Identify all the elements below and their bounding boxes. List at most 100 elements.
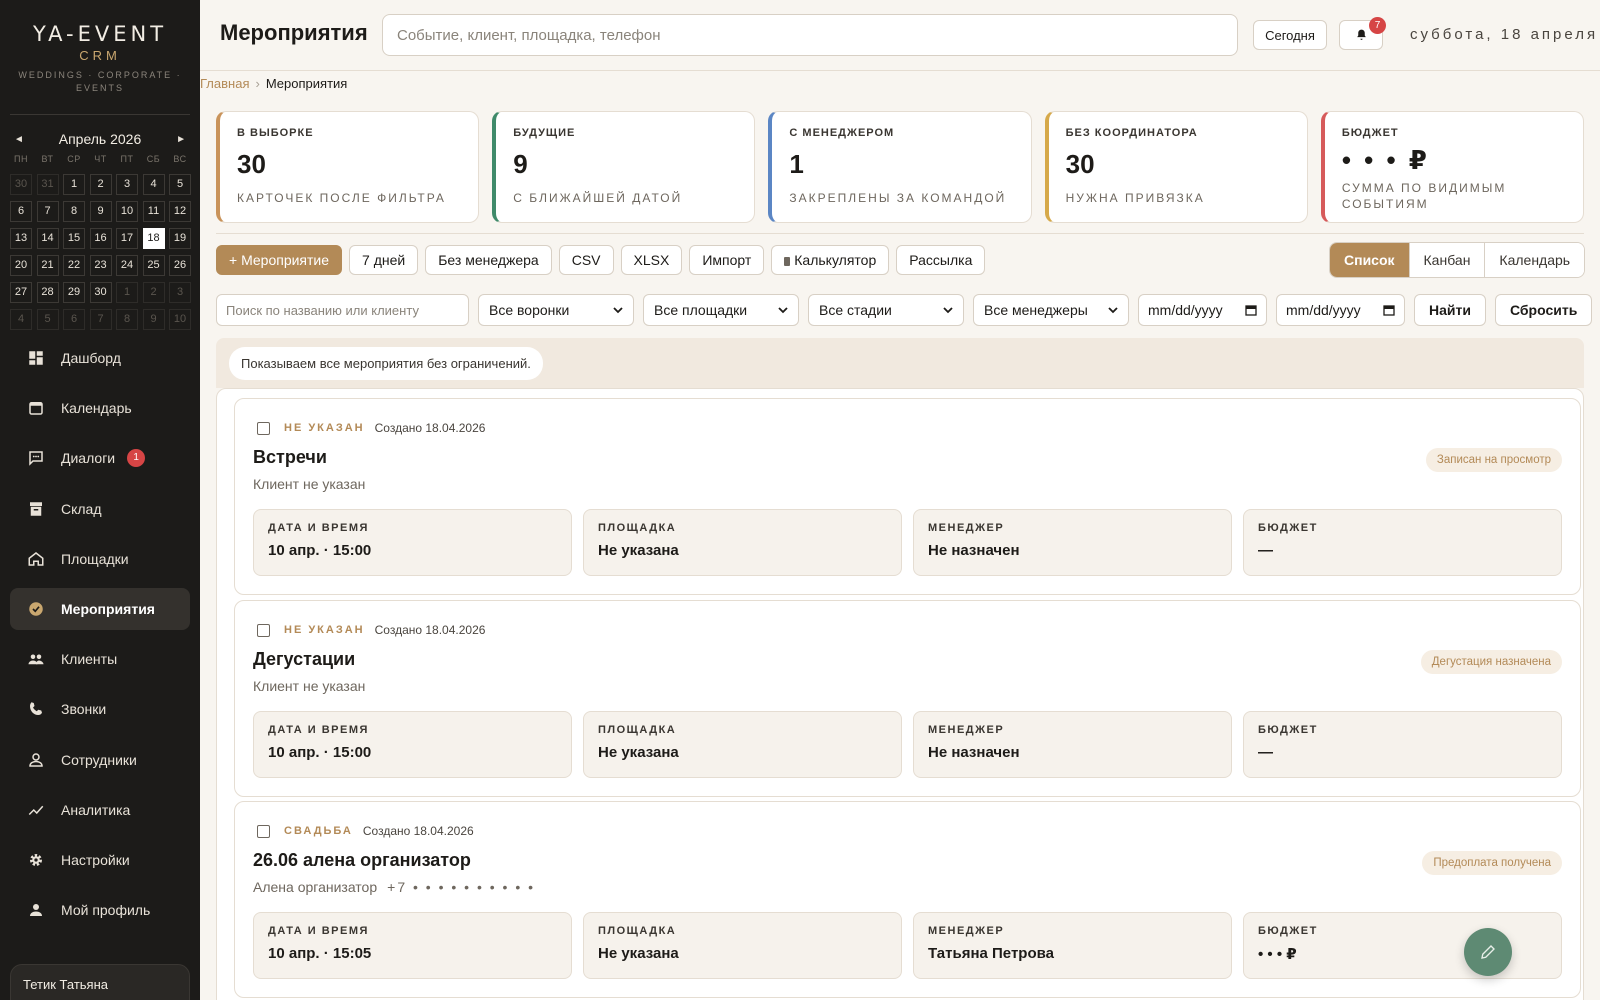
calendar-day[interactable]: 5 <box>169 174 191 195</box>
event-select-checkbox[interactable] <box>257 623 270 637</box>
calendar-day[interactable]: 27 <box>10 282 32 303</box>
sidebar-item-dialogs[interactable]: Диалоги 1 <box>10 437 190 479</box>
calendar-picker-icon <box>1245 305 1257 316</box>
calendar-day[interactable]: 23 <box>89 255 112 276</box>
calendar-day[interactable]: 25 <box>142 255 165 276</box>
sidebar-item-calls[interactable]: Звонки <box>10 688 190 730</box>
calendar-day[interactable]: 4 <box>142 174 165 195</box>
mailing-button[interactable]: Рассылка <box>896 245 986 275</box>
event-search-input[interactable] <box>216 294 469 326</box>
event-title[interactable]: Встречи <box>253 447 327 468</box>
calendar-day[interactable]: 2 <box>89 174 112 195</box>
chevron-down-icon <box>613 306 623 313</box>
event-budget-field: БЮДЖЕТ — <box>1243 509 1562 576</box>
calendar-day[interactable]: 6 <box>10 201 32 222</box>
sidebar-item-staff[interactable]: Сотрудники <box>10 739 190 781</box>
calendar-day[interactable]: 7 <box>89 309 112 330</box>
calendar-day[interactable]: 8 <box>63 201 85 222</box>
calendar-day[interactable]: 9 <box>89 201 112 222</box>
calendar-day[interactable]: 6 <box>63 309 85 330</box>
stat-label: БУДУЩИЕ <box>513 127 576 139</box>
sidebar-item-settings[interactable]: Настройки <box>10 839 190 881</box>
add-event-button[interactable]: + Мероприятие <box>216 245 343 275</box>
calendar-day[interactable]: 8 <box>116 309 138 330</box>
calendar-day[interactable]: 10 <box>169 309 191 330</box>
field-value: Не указана <box>598 945 679 962</box>
calendar-day[interactable]: 16 <box>89 228 112 249</box>
edit-fab-button[interactable] <box>1464 928 1512 976</box>
sidebar-item-clients[interactable]: Клиенты <box>10 638 190 680</box>
calendar-day[interactable]: 29 <box>63 282 85 303</box>
calendar-day[interactable]: 21 <box>36 255 59 276</box>
date-to-input[interactable]: mm/dd/yyyy <box>1276 294 1405 326</box>
brand-logo[interactable]: YA-EVENT CRM WEDDINGS · CORPORATE · EVEN… <box>0 0 200 95</box>
funnel-select[interactable]: Все воронки <box>478 294 634 326</box>
calendar-day[interactable]: 18 <box>142 228 165 249</box>
event-card[interactable]: СВАДЬБА Создано 18.04.2026 26.06 алена орг… <box>234 801 1581 998</box>
breadcrumb-home[interactable]: Главная <box>200 76 249 91</box>
calendar-day[interactable]: 22 <box>63 255 85 276</box>
calendar-day[interactable]: 11 <box>142 201 165 222</box>
event-card[interactable]: НЕ УКАЗАН Создано 18.04.2026 Дегустации Кли… <box>234 600 1581 797</box>
reset-button[interactable]: Сбросить <box>1494 294 1593 326</box>
next-month-button[interactable]: ► <box>176 134 186 145</box>
calendar-day[interactable]: 30 <box>10 174 32 195</box>
import-button[interactable]: Импорт <box>689 245 765 275</box>
sidebar-item-profile[interactable]: Мой профиль <box>10 889 190 931</box>
weekday-label: СР <box>67 154 81 164</box>
calendar-day[interactable]: 3 <box>169 282 191 303</box>
user-card[interactable]: Тетик Татьяна <box>10 964 190 1000</box>
event-title[interactable]: Дегустации <box>253 649 355 670</box>
calendar-day[interactable]: 30 <box>89 282 112 303</box>
event-card[interactable]: НЕ УКАЗАН Создано 18.04.2026 Встречи Клиент… <box>234 398 1581 595</box>
sidebar-item-dashboard[interactable]: Дашборд <box>10 337 190 379</box>
export-csv-button[interactable]: CSV <box>558 245 614 275</box>
no-manager-button[interactable]: Без менеджера <box>425 245 552 275</box>
field-label: БЮДЖЕТ <box>1258 522 1318 534</box>
today-button[interactable]: Сегодня <box>1253 20 1327 50</box>
find-button[interactable]: Найти <box>1414 294 1486 326</box>
export-xlsx-button[interactable]: XLSX <box>620 245 683 275</box>
calendar-day[interactable]: 10 <box>116 201 138 222</box>
manager-select[interactable]: Все менеджеры <box>973 294 1129 326</box>
event-select-checkbox[interactable] <box>257 824 270 838</box>
calendar-day[interactable]: 14 <box>36 228 59 249</box>
calendar-day[interactable]: 2 <box>142 282 165 303</box>
calendar-day[interactable]: 19 <box>169 228 191 249</box>
calendar-day[interactable]: 15 <box>63 228 85 249</box>
calendar-day[interactable]: 9 <box>142 309 165 330</box>
prev-month-button[interactable]: ◄ <box>14 134 24 145</box>
date-from-input[interactable]: mm/dd/yyyy <box>1138 294 1267 326</box>
event-select-checkbox[interactable] <box>257 421 270 435</box>
sidebar-item-events[interactable]: Мероприятия <box>10 587 190 630</box>
calendar-day[interactable]: 28 <box>36 282 59 303</box>
sidebar-item-calendar[interactable]: Календарь <box>10 387 190 429</box>
calculator-button[interactable]: Калькулятор <box>771 245 890 275</box>
calendar-day[interactable]: 12 <box>169 201 191 222</box>
calendar-day[interactable]: 7 <box>36 201 59 222</box>
view-list-button[interactable]: Список <box>1330 243 1410 277</box>
calendar-day[interactable]: 5 <box>36 309 59 330</box>
calendar-day[interactable]: 20 <box>10 255 32 276</box>
sidebar-item-warehouse[interactable]: Склад <box>10 488 190 530</box>
calendar-day[interactable]: 31 <box>36 174 59 195</box>
global-search-input[interactable] <box>382 14 1238 56</box>
calendar-day[interactable]: 1 <box>63 174 85 195</box>
sidebar-item-analytics[interactable]: Аналитика <box>10 789 190 831</box>
field-value: Не указана <box>598 542 679 559</box>
stage-select[interactable]: Все стадии <box>808 294 964 326</box>
calendar-day[interactable]: 26 <box>169 255 191 276</box>
sidebar-item-venues[interactable]: Площадки <box>10 538 190 580</box>
calendar-day[interactable]: 17 <box>116 228 138 249</box>
calendar-day[interactable]: 13 <box>10 228 32 249</box>
calendar-day[interactable]: 4 <box>10 309 32 330</box>
event-title[interactable]: 26.06 алена организатор <box>253 850 471 871</box>
chat-icon <box>27 449 45 467</box>
next-7-days-button[interactable]: 7 дней <box>349 245 419 275</box>
calendar-day[interactable]: 1 <box>116 282 138 303</box>
view-kanban-button[interactable]: Канбан <box>1409 243 1486 277</box>
view-calendar-button[interactable]: Календарь <box>1485 243 1585 277</box>
calendar-day[interactable]: 3 <box>116 174 138 195</box>
venue-select[interactable]: Все площадки <box>643 294 799 326</box>
calendar-day[interactable]: 24 <box>116 255 138 276</box>
